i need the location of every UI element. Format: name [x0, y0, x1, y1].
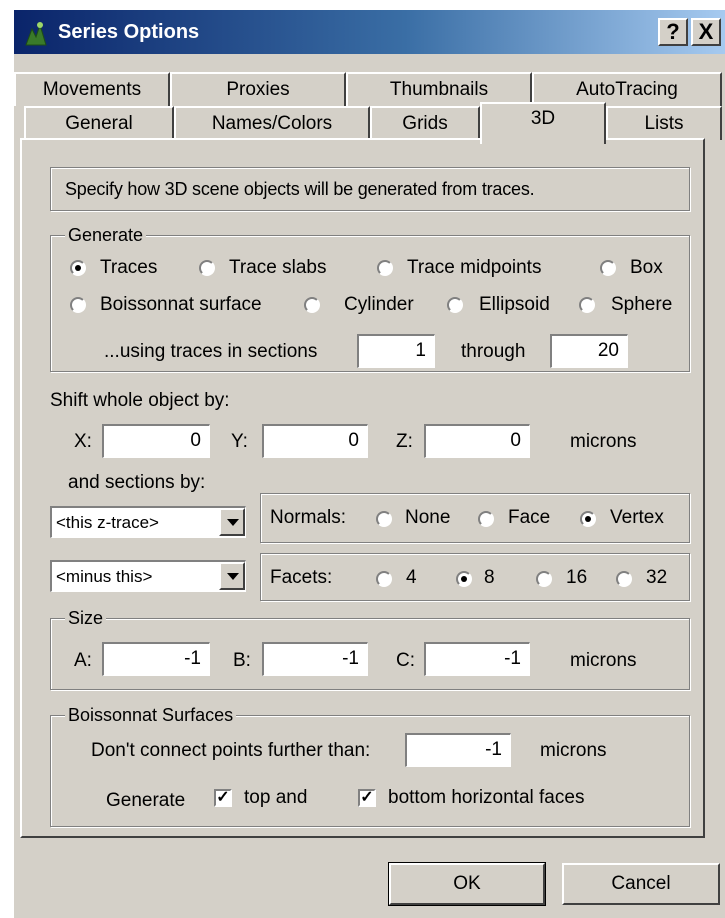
tab-3d[interactable]: 3D: [480, 102, 606, 144]
radio-boissonnat-surface-label: Boissonnat surface: [100, 294, 262, 315]
generate-faces-label: Generate: [106, 790, 186, 811]
radio-trace-slabs-label: Trace slabs: [229, 257, 327, 278]
connect-units-label: microns: [540, 740, 607, 761]
section-to-input[interactable]: 20: [550, 334, 628, 368]
size-a-label: A:: [74, 650, 92, 671]
radio-facets-32[interactable]: [616, 571, 632, 587]
combo-2-value: <minus this>: [56, 567, 153, 586]
bottom-faces-checkbox[interactable]: ✓: [358, 789, 376, 807]
ok-button[interactable]: OK: [388, 862, 546, 906]
sections-by-label: and sections by:: [68, 472, 206, 493]
section-shift-combo-1[interactable]: <this z-trace>: [50, 506, 246, 538]
size-b-label: B:: [233, 650, 251, 671]
radio-ellipsoid-label: Ellipsoid: [479, 294, 550, 315]
section-from-input[interactable]: 1: [357, 334, 435, 368]
radio-box[interactable]: [600, 260, 616, 276]
through-label: through: [461, 341, 526, 362]
shift-y-input[interactable]: 0: [262, 424, 368, 458]
radio-facets-32-label: 32: [646, 567, 668, 588]
radio-normals-vertex-label: Vertex: [610, 507, 664, 528]
top-faces-checkbox[interactable]: ✓: [214, 789, 232, 807]
description-text: Specify how 3D scene objects will be gen…: [50, 167, 690, 211]
cancel-button[interactable]: Cancel: [562, 863, 720, 905]
radio-normals-face-label: Face: [508, 507, 551, 528]
section-range-label: ...using traces in sections: [104, 341, 318, 362]
radio-traces-label: Traces: [100, 257, 158, 278]
normals-label: Normals:: [270, 507, 347, 528]
radio-normals-none[interactable]: [376, 511, 392, 527]
top-faces-label: top and: [244, 787, 308, 808]
tab-autotracing[interactable]: AutoTracing: [532, 72, 722, 106]
radio-trace-slabs[interactable]: [199, 260, 215, 276]
radio-facets-8[interactable]: [456, 571, 472, 587]
window-title: Series Options: [58, 21, 200, 43]
connect-distance-input[interactable]: -1: [405, 733, 511, 767]
tab-thumbnails[interactable]: Thumbnails: [346, 72, 532, 106]
shift-z-input[interactable]: 0: [424, 424, 530, 458]
generate-legend: Generate: [65, 225, 147, 245]
shift-units-label: microns: [570, 431, 637, 452]
chevron-down-icon[interactable]: [219, 508, 245, 536]
combo-1-value: <this z-trace>: [56, 513, 159, 532]
size-a-input[interactable]: -1: [102, 642, 210, 676]
size-b-input[interactable]: -1: [262, 642, 368, 676]
help-button[interactable]: ?: [658, 18, 688, 46]
facets-label: Facets:: [270, 567, 333, 588]
shift-x-input[interactable]: 0: [102, 424, 210, 458]
radio-facets-16-label: 16: [566, 567, 588, 588]
radio-trace-midpoints-label: Trace midpoints: [407, 257, 542, 278]
tab-proxies[interactable]: Proxies: [170, 72, 346, 106]
tab-grids[interactable]: Grids: [370, 106, 480, 140]
size-units-label: microns: [570, 650, 637, 671]
app-icon: [25, 22, 47, 46]
tab-movements[interactable]: Movements: [14, 72, 170, 106]
radio-sphere-label: Sphere: [611, 294, 673, 315]
tab-general[interactable]: General: [24, 106, 174, 140]
shift-z-label: Z:: [396, 431, 413, 452]
radio-boissonnat-surface[interactable]: [70, 297, 86, 313]
size-legend: Size: [65, 608, 107, 628]
chevron-down-icon[interactable]: [219, 562, 245, 590]
radio-normals-none-label: None: [405, 507, 451, 528]
radio-facets-4-label: 4: [406, 567, 417, 588]
radio-trace-midpoints[interactable]: [377, 260, 393, 276]
size-c-input[interactable]: -1: [424, 642, 530, 676]
radio-sphere[interactable]: [579, 297, 595, 313]
shift-label: Shift whole object by:: [50, 390, 230, 411]
size-c-label: C:: [396, 650, 415, 671]
connect-distance-label: Don't connect points further than:: [91, 740, 371, 761]
shift-x-label: X:: [74, 431, 92, 452]
radio-box-label: Box: [630, 257, 663, 278]
tab-names-colors[interactable]: Names/Colors: [174, 106, 370, 140]
radio-traces[interactable]: [70, 260, 86, 276]
section-shift-combo-2[interactable]: <minus this>: [50, 560, 246, 592]
radio-normals-face[interactable]: [478, 511, 494, 527]
radio-facets-4[interactable]: [376, 571, 392, 587]
radio-normals-vertex[interactable]: [580, 511, 596, 527]
radio-facets-16[interactable]: [536, 571, 552, 587]
boissonnat-legend: Boissonnat Surfaces: [65, 705, 237, 725]
radio-cylinder[interactable]: [304, 297, 320, 313]
tab-lists[interactable]: Lists: [606, 106, 722, 140]
radio-cylinder-label: Cylinder: [344, 294, 414, 315]
title-bar[interactable]: Series Options ? X: [14, 10, 725, 54]
close-button[interactable]: X: [691, 18, 721, 46]
radio-facets-8-label: 8: [484, 567, 495, 588]
bottom-faces-label: bottom horizontal faces: [388, 787, 585, 808]
shift-y-label: Y:: [231, 431, 248, 452]
radio-ellipsoid[interactable]: [447, 297, 463, 313]
